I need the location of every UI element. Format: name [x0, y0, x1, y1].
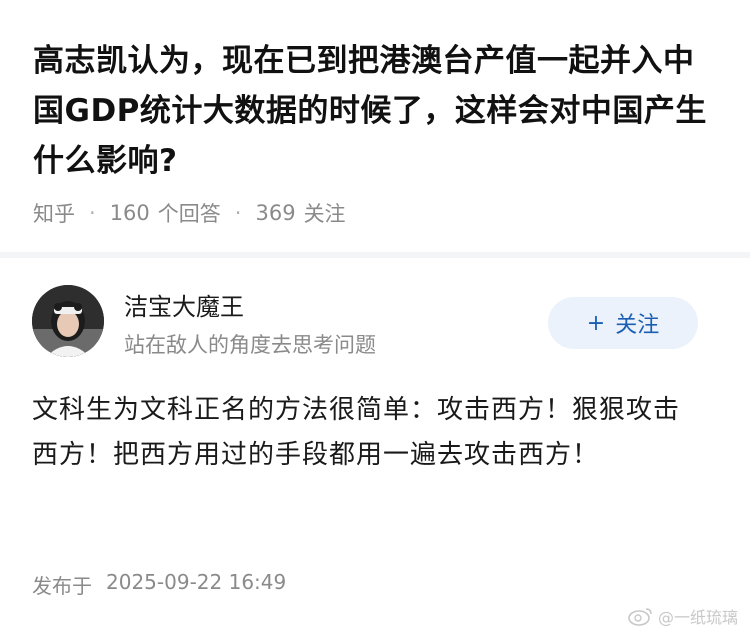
question-header: 高志凯认为，现在已到把港澳台产值一起并入中国GDP统计大数据的时候了，这样会对中…	[33, 36, 723, 228]
source-label[interactable]: 知乎	[33, 198, 75, 228]
published-label: 发布于	[32, 574, 92, 598]
followers-label[interactable]: 关注	[304, 198, 346, 228]
avatar[interactable]	[32, 285, 104, 357]
weibo-icon	[628, 608, 652, 626]
published-time: 2025-09-22 16:49	[106, 570, 287, 594]
separator-dot: ·	[234, 201, 242, 225]
watermark-text: @一纸琉璃	[657, 608, 738, 627]
section-divider	[0, 252, 750, 258]
follow-button-label: 关注	[615, 313, 660, 338]
separator-dot: ·	[89, 201, 96, 225]
answers-label[interactable]: 个回答	[158, 198, 221, 228]
published-info: 发布于 2025-09-22 16:49	[32, 570, 286, 599]
answer-author: 洁宝大魔王 站在敌人的角度去思考问题 + 关注	[32, 285, 722, 365]
watermark: @一纸琉璃	[628, 604, 738, 628]
answers-count: 160	[109, 201, 150, 225]
follow-button[interactable]: + 关注	[548, 297, 698, 349]
question-meta: 知乎 · 160 个回答 · 369 关注	[33, 198, 723, 228]
avatar-image	[32, 285, 104, 357]
followers-count: 369	[255, 201, 296, 225]
answer-content: 文科生为文科正名的方法很简单：攻击西方！狠狠攻击西方！把西方用过的手段都用一遍去…	[32, 395, 681, 470]
question-title[interactable]: 高志凯认为，现在已到把港澳台产值一起并入中国GDP统计大数据的时候了，这样会对中…	[33, 36, 723, 186]
author-bio: 站在敌人的角度去思考问题	[124, 333, 376, 357]
plus-icon: +	[586, 310, 606, 336]
author-name[interactable]: 洁宝大魔王	[124, 287, 244, 322]
